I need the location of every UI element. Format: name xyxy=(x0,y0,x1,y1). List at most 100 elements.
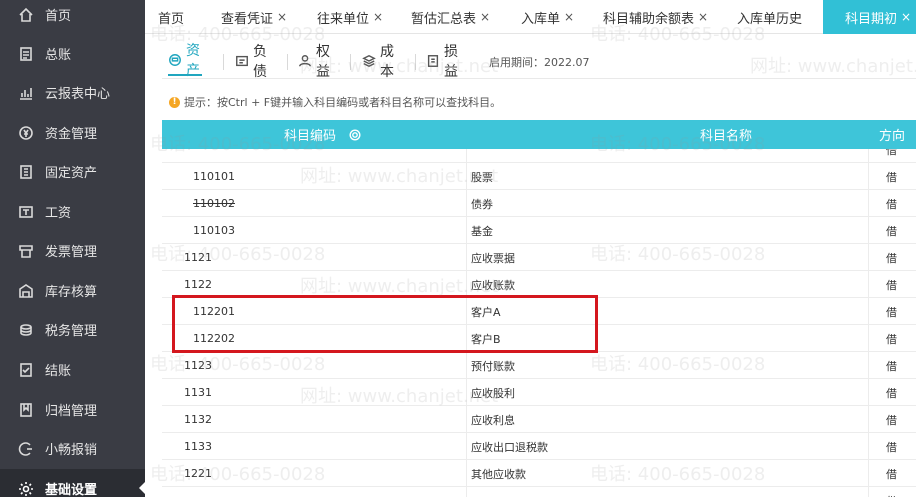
category-liability[interactable]: 负债 xyxy=(235,44,269,80)
category-equity[interactable]: 权益 xyxy=(298,44,332,80)
sidebar-item-fund[interactable]: 资金管理 xyxy=(0,113,145,152)
tab-label: 查看凭证 xyxy=(221,11,274,27)
cell-divider xyxy=(466,190,467,217)
highlight-box xyxy=(172,295,598,353)
cell-direction: 借 xyxy=(886,413,897,427)
tab-stock-in-history[interactable]: 入库单历史 xyxy=(737,0,802,34)
close-icon[interactable]: × xyxy=(480,10,490,24)
sidebar-item-label: 云报表中心 xyxy=(45,87,111,102)
cell-divider xyxy=(466,460,467,487)
cell-name: 应收账款 xyxy=(471,278,515,292)
table-row[interactable]: 110102 债券 借 xyxy=(162,190,916,217)
cell-direction: 借 xyxy=(886,359,897,373)
cell-divider xyxy=(868,406,869,433)
table-row[interactable]: 110103 基金 借 xyxy=(162,217,916,244)
sidebar-item-salary[interactable]: 工资 xyxy=(0,192,145,231)
table-row[interactable]: 1132 应收利息 借 xyxy=(162,406,916,433)
sidebar: 首页 总账 云报表中心 资金管理 固定资产 工资 发票管理 库存核算 税务管理 … xyxy=(0,0,145,497)
cell-divider xyxy=(868,244,869,271)
tab-label: 入库单历史 xyxy=(737,11,803,27)
cell-code: 1121 xyxy=(184,251,212,264)
cell-divider xyxy=(868,460,869,487)
cell-divider xyxy=(868,433,869,460)
cell-direction: 借 xyxy=(886,278,897,292)
close-icon[interactable]: × xyxy=(277,10,287,24)
tab-stock-in[interactable]: 入库单 × xyxy=(521,0,574,34)
tab-subject-opening[interactable]: 科目期初 × xyxy=(823,0,916,34)
table-row[interactable]: 1123 预付账款 借 xyxy=(162,352,916,379)
tab-view-voucher[interactable]: 查看凭证 × xyxy=(221,0,287,34)
table-header: 科目编码 科目名称 方向 xyxy=(162,120,916,149)
gear-icon[interactable] xyxy=(348,128,362,142)
sidebar-item-label: 发票管理 xyxy=(45,245,98,260)
sidebar-item-fixed-asset[interactable]: 固定资产 xyxy=(0,152,145,191)
column-header-name: 科目名称 xyxy=(700,120,752,149)
reimburse-icon xyxy=(17,440,35,458)
cell-divider xyxy=(868,487,869,497)
sidebar-item-basic-settings[interactable]: 基础设置 xyxy=(0,469,145,497)
table-row[interactable]: 借 xyxy=(162,149,916,163)
archive-icon xyxy=(17,401,35,419)
cell-code: 1122 xyxy=(184,278,212,291)
column-label: 科目编码 xyxy=(284,129,337,144)
table-row[interactable]: 1133 应收出口退税款 借 xyxy=(162,433,916,460)
tab-subject-aux-balance[interactable]: 科目辅助余额表 × xyxy=(603,0,708,34)
cost-cat-icon xyxy=(362,53,376,69)
sidebar-item-home[interactable]: 首页 xyxy=(0,0,145,34)
cell-direction: 借 xyxy=(886,487,897,497)
cell-direction: 借 xyxy=(886,467,897,481)
cell-direction: 借 xyxy=(886,197,897,211)
table-row[interactable]: 1221 其他应收款 借 xyxy=(162,460,916,487)
close-icon[interactable]: × xyxy=(373,10,383,24)
category-label: 成本 xyxy=(380,44,394,80)
sidebar-item-reimburse[interactable]: 小畅报销 xyxy=(0,429,145,468)
sidebar-item-archive[interactable]: 归档管理 xyxy=(0,390,145,429)
salary-icon xyxy=(17,203,35,221)
sidebar-item-report-center[interactable]: 云报表中心 xyxy=(0,73,145,112)
enable-period: 启用期间：2022.07 xyxy=(489,56,590,69)
divider xyxy=(350,54,351,70)
sidebar-item-checkout[interactable]: 结账 xyxy=(0,350,145,389)
tab-estimate-summary[interactable]: 暂估汇总表 × xyxy=(411,0,490,34)
sidebar-item-invoice[interactable]: 发票管理 xyxy=(0,231,145,270)
tab-home[interactable]: 首页 xyxy=(158,0,184,34)
cell-code: 1221 xyxy=(184,467,212,480)
table-row[interactable]: 1122 应收账款 借 xyxy=(162,271,916,298)
category-label: 损益 xyxy=(444,44,458,80)
chart-icon xyxy=(17,84,35,102)
column-label: 科目名称 xyxy=(700,129,753,144)
close-icon[interactable]: × xyxy=(901,10,911,24)
category-asset[interactable]: 资产 xyxy=(168,43,202,79)
cell-divider xyxy=(466,487,467,497)
cell-name: 应收利息 xyxy=(471,413,515,427)
close-icon[interactable]: × xyxy=(698,10,708,24)
table-row[interactable]: 110101 股票 借 xyxy=(162,163,916,190)
sidebar-item-inventory[interactable]: 库存核算 xyxy=(0,271,145,310)
tab-label: 科目期初 xyxy=(845,11,898,27)
tab-contacts[interactable]: 往来单位 × xyxy=(317,0,383,34)
table-row[interactable]: 1131 应收股利 借 xyxy=(162,379,916,406)
sidebar-item-tax[interactable]: 税务管理 xyxy=(0,310,145,349)
asset-cat-icon xyxy=(168,52,182,68)
money-icon xyxy=(17,124,35,142)
table-row[interactable]: 借 xyxy=(162,487,916,497)
home-icon xyxy=(17,6,35,24)
cell-divider xyxy=(868,217,869,244)
watermark-text: 网址: www.chanjet.net xyxy=(750,56,916,77)
cell-code: 110102 xyxy=(193,197,235,210)
cell-direction: 借 xyxy=(886,386,897,400)
cell-code: 1133 xyxy=(184,440,212,453)
cell-divider xyxy=(868,149,869,163)
cell-divider xyxy=(466,217,467,244)
category-profit-loss[interactable]: 损益 xyxy=(426,44,460,80)
cell-divider xyxy=(466,163,467,190)
category-cost[interactable]: 成本 xyxy=(362,44,396,80)
close-icon[interactable]: × xyxy=(564,10,574,24)
tab-bar: 首页 查看凭证 × 往来单位 × 暂估汇总表 × 入库单 × 科目辅助余额表 ×… xyxy=(145,0,916,34)
cell-name: 基金 xyxy=(471,224,493,238)
cell-direction: 借 xyxy=(886,149,897,157)
cell-divider xyxy=(868,325,869,352)
column-header-code: 科目编码 xyxy=(284,120,362,149)
table-row[interactable]: 1121 应收票据 借 xyxy=(162,244,916,271)
sidebar-item-ledger[interactable]: 总账 xyxy=(0,34,145,73)
